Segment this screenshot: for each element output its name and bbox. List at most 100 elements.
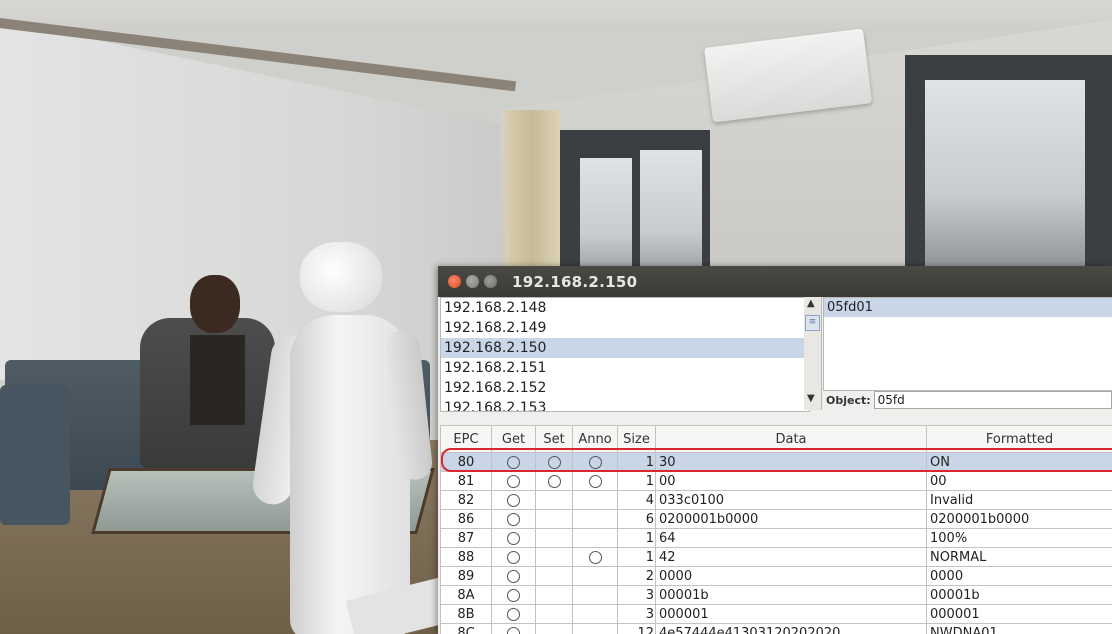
get-cell [491, 471, 536, 491]
data-cell: 42 [655, 547, 927, 567]
anno-cell [572, 604, 618, 624]
anno-cell [572, 528, 618, 548]
epc-cell: 81 [440, 471, 492, 491]
table-row[interactable]: 8C 12 4e57444e41303120202020 NWDNA01 [440, 623, 1112, 634]
table-row[interactable]: 87 1 64 100% [440, 528, 1112, 548]
circle-mark-icon [507, 569, 520, 583]
get-cell [491, 604, 536, 624]
table-row[interactable]: 8B 3 000001 000001 [440, 604, 1112, 624]
object-list[interactable]: 05fd01 [823, 297, 1112, 391]
set-cell [535, 547, 573, 567]
size-cell: 3 [617, 585, 656, 605]
object-list-item[interactable]: 05fd01 [824, 298, 1112, 317]
set-cell [535, 452, 573, 472]
formatted-cell: 000001 [926, 604, 1112, 624]
data-cell: 00 [655, 471, 927, 491]
table-row[interactable]: 8A 3 00001b 00001b [440, 585, 1112, 605]
formatted-cell: 00001b [926, 585, 1112, 605]
host-list-item[interactable]: 192.168.2.151 [441, 358, 809, 378]
anno-cell [572, 566, 618, 586]
size-cell: 1 [617, 452, 656, 472]
column-header-formatted[interactable]: Formatted [926, 425, 1112, 453]
get-cell [491, 623, 536, 634]
table-row[interactable]: 81 1 00 00 [440, 471, 1112, 491]
table-row[interactable]: 82 4 033c0100 Invalid [440, 490, 1112, 510]
column-header-data[interactable]: Data [655, 425, 927, 453]
get-cell [491, 528, 536, 548]
size-cell: 1 [617, 547, 656, 567]
property-table: EPC Get Set Anno Size Data Formatted 80 1 30 ON 81… [440, 425, 1112, 634]
maximize-icon[interactable] [484, 275, 497, 288]
epc-cell: 89 [440, 566, 492, 586]
data-cell: 033c0100 [655, 490, 927, 510]
circle-mark-icon [507, 588, 520, 602]
epc-cell: 86 [440, 509, 492, 529]
close-icon[interactable] [448, 275, 461, 288]
column-header-anno[interactable]: Anno [572, 425, 618, 453]
data-cell: 0200001b0000 [655, 509, 927, 529]
size-cell: 4 [617, 490, 656, 510]
circle-mark-icon [588, 455, 602, 469]
robot-head [300, 242, 382, 312]
host-list-item[interactable]: 192.168.2.149 [441, 318, 809, 338]
circle-mark-icon [507, 512, 520, 526]
anno-cell [572, 509, 618, 529]
table-row[interactable]: 80 1 30 ON [440, 452, 1112, 472]
table-row[interactable]: 86 6 0200001b0000 0200001b0000 [440, 509, 1112, 529]
data-cell: 00001b [655, 585, 927, 605]
column-header-get[interactable]: Get [491, 425, 536, 453]
size-cell: 1 [617, 528, 656, 548]
column-header-set[interactable]: Set [535, 425, 573, 453]
host-list-item[interactable]: 192.168.2.148 [441, 298, 809, 318]
host-list-item[interactable]: 192.168.2.152 [441, 378, 809, 398]
circle-mark-icon [507, 493, 520, 507]
object-panel: ▲ ≡ ▼ 05fd01 Object: 05fd [804, 297, 1112, 410]
size-cell: 2 [617, 566, 656, 586]
anno-cell [572, 623, 618, 634]
set-cell [535, 471, 573, 491]
formatted-cell: ON [926, 452, 1112, 472]
circle-mark-icon [547, 474, 561, 488]
set-cell [535, 490, 573, 510]
size-cell: 6 [617, 509, 656, 529]
formatted-cell: 0000 [926, 566, 1112, 586]
data-cell: 4e57444e41303120202020 [655, 623, 927, 634]
object-field-row: Object: 05fd [823, 390, 1112, 410]
window-right [905, 55, 1112, 270]
circle-mark-icon [507, 531, 520, 545]
circle-mark-icon [588, 550, 602, 564]
title-bar[interactable]: 192.168.2.150 [438, 266, 1112, 297]
object-input[interactable]: 05fd [873, 391, 1112, 409]
get-cell [491, 547, 536, 567]
anno-cell [572, 490, 618, 510]
anno-cell [572, 471, 618, 491]
data-cell: 64 [655, 528, 927, 548]
scrollbar[interactable]: ▲ ≡ ▼ [804, 297, 822, 410]
column-header-size[interactable]: Size [617, 425, 656, 453]
scroll-grip-icon[interactable]: ≡ [805, 315, 820, 331]
host-list-item[interactable]: 192.168.2.153 [441, 398, 809, 411]
circle-mark-icon [547, 455, 561, 469]
minimize-icon[interactable] [466, 275, 479, 288]
circle-mark-icon [507, 607, 520, 621]
table-row[interactable]: 89 2 0000 0000 [440, 566, 1112, 586]
person-head [190, 275, 240, 333]
epc-cell: 82 [440, 490, 492, 510]
anno-cell [572, 585, 618, 605]
host-list-item[interactable]: 192.168.2.150 [441, 338, 809, 358]
scroll-down-icon[interactable]: ▼ [807, 393, 815, 404]
size-cell: 1 [617, 471, 656, 491]
epc-cell: 8C [440, 623, 492, 634]
get-cell [491, 585, 536, 605]
set-cell [535, 509, 573, 529]
host-list[interactable]: 192.168.2.148 192.168.2.149 192.168.2.150 1… [440, 297, 810, 412]
get-cell [491, 566, 536, 586]
circle-mark-icon [588, 474, 602, 488]
column-header-epc[interactable]: EPC [440, 425, 492, 453]
set-cell [535, 604, 573, 624]
table-row[interactable]: 88 1 42 NORMAL [440, 547, 1112, 567]
scroll-up-icon[interactable]: ▲ [807, 298, 815, 309]
epc-cell: 87 [440, 528, 492, 548]
size-cell: 12 [617, 623, 656, 634]
get-cell [491, 452, 536, 472]
